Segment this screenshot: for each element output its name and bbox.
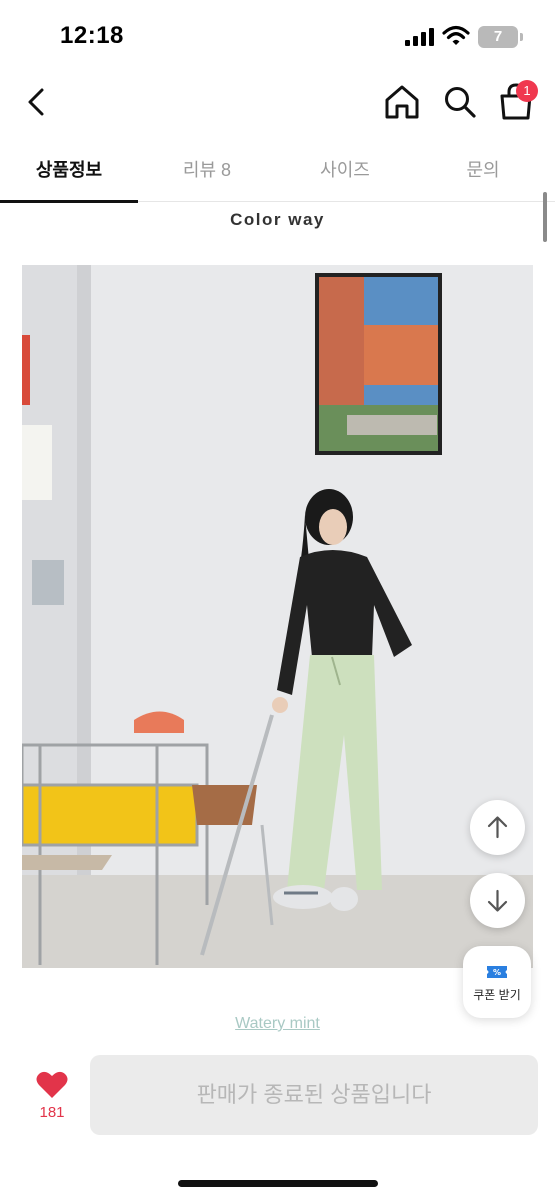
battery-level: 7 [493, 28, 503, 45]
home-icon [385, 85, 419, 119]
tab-reviews[interactable]: 리뷰 8 [138, 140, 276, 202]
sold-out-button: 판매가 종료된 상품입니다 [90, 1055, 538, 1135]
coupon-label: 쿠폰 받기 [473, 988, 521, 1002]
like-count: 181 [39, 1104, 65, 1121]
tab-size[interactable]: 사이즈 [276, 140, 414, 202]
section-title: Color way [230, 210, 325, 229]
cellular-signal-icon [405, 28, 434, 46]
status-bar: 12:18 7 [0, 0, 555, 70]
product-photo [22, 265, 533, 968]
chevron-left-icon [28, 88, 44, 116]
coupon-button[interactable]: % 쿠폰 받기 [463, 946, 531, 1018]
svg-text:%: % [493, 968, 501, 977]
battery-icon: 7 [478, 26, 523, 48]
scroll-up-button[interactable] [470, 800, 525, 855]
status-time: 12:18 [60, 22, 124, 49]
coupon-ticket-icon: % [487, 966, 507, 978]
home-indicator [178, 1180, 378, 1187]
like-button[interactable]: 181 [32, 1070, 72, 1126]
search-icon [445, 87, 476, 118]
heart-icon [36, 1071, 68, 1098]
cart-button[interactable]: 1 [494, 80, 538, 122]
product-tabs: 상품정보 리뷰 8 사이즈 문의 [0, 140, 555, 203]
tab-product-info[interactable]: 상품정보 [0, 140, 138, 203]
search-button[interactable] [438, 82, 482, 122]
top-nav: 1 [0, 76, 555, 128]
wifi-icon [442, 25, 470, 45]
arrow-down-icon [487, 889, 508, 912]
color-caption[interactable]: Watery mint [0, 1015, 555, 1033]
arrow-up-icon [487, 816, 508, 839]
tab-inquiry[interactable]: 문의 [414, 140, 552, 202]
cart-count-badge: 1 [516, 80, 538, 102]
home-button[interactable] [380, 82, 424, 122]
back-button[interactable] [18, 80, 58, 124]
scroll-down-button[interactable] [470, 873, 525, 928]
